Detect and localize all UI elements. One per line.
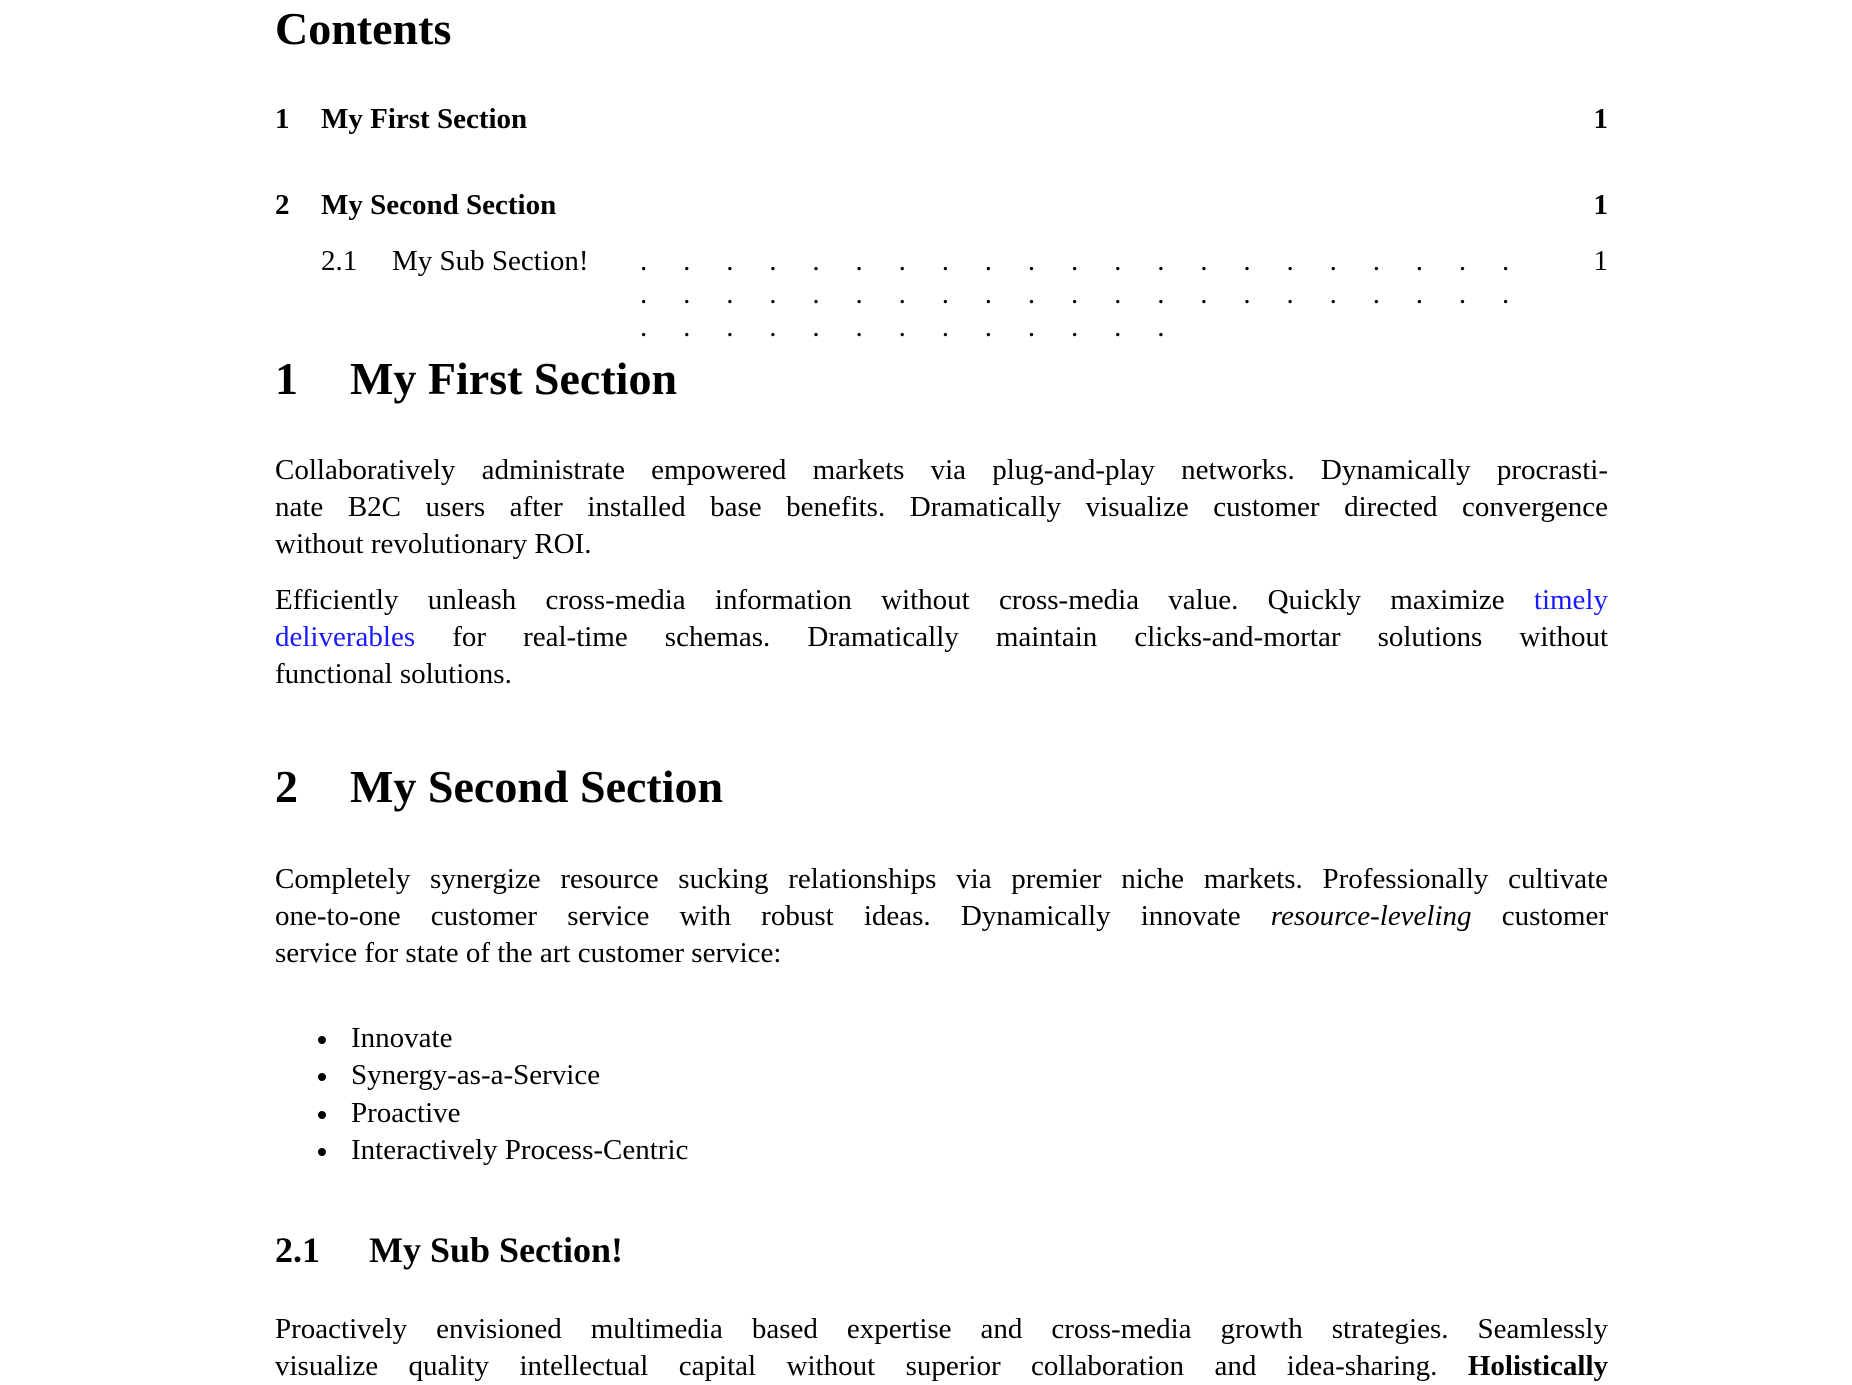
list-item: Innovate [318,1020,688,1057]
list-item-text: Interactively Process-Centric [351,1133,689,1166]
toc-title: Contents [275,3,452,54]
text-line: without revolutionary ROI. [275,528,592,560]
list-item-text: Innovate [351,1022,453,1054]
toc-entry-page: 1 [1593,245,1609,277]
timely-deliverables-link-part-1[interactable]: timely [1534,584,1608,616]
section-title: My Second Section [350,761,724,812]
timely-deliverables-link-part-2[interactable]: deliverables [275,621,415,653]
bullet-list: Innovate Synergy-as-a-Service Proactive … [318,1020,688,1169]
list-item: Interactively Process-Centric [318,1132,688,1169]
text-line: functional solutions. [275,658,512,690]
toc-entry-label[interactable]: My Sub Section! [392,245,589,278]
toc-entry-label[interactable]: My Second Section [321,189,556,222]
section-2-heading: 2 My Second Section [275,760,723,813]
text-line: one-to-one customer service with robust … [275,898,1608,935]
section-number: 1 [275,353,298,404]
section-2-paragraph: Completely synergize resource sucking re… [275,861,1608,972]
text-line: Completely synergize resource sucking re… [275,863,1608,895]
emphasis-text: resource-leveling [1270,900,1472,932]
section-title: My First Section [350,353,678,404]
toc-entry-number: 1 [275,103,290,135]
text-line: visualize quality intellectual capital w… [275,1348,1608,1385]
bullet-icon [318,1036,326,1044]
subsection-number: 2.1 [275,1230,320,1270]
text-run: one-to-one customer service with robust … [275,900,1241,932]
text-run: for real-time schemas. Dramatically main… [452,621,1609,653]
toc-entry-section-1[interactable]: 1 My First Section 1 [275,103,1608,143]
text-line: Efficiently unleash cross-media informat… [275,582,1608,619]
bold-text: Holistically [1467,1350,1609,1382]
text-run: customer [1501,900,1609,932]
list-item: Synergy-as-a-Service [318,1057,688,1094]
text-line: nate B2C users after installed base bene… [275,491,1608,523]
toc-entry-number: 2 [275,189,290,221]
section-number: 2 [275,761,298,812]
list-item-text: Proactive [351,1096,461,1129]
text-line: Proactively envisioned multimedia based … [275,1313,1608,1345]
bullet-icon [318,1110,326,1119]
subsection-2-1-paragraph: Proactively envisioned multimedia based … [275,1311,1608,1385]
text-run: visualize quality intellectual capital w… [275,1350,1438,1382]
text-line: Collaboratively administrate empowered m… [275,454,1608,486]
text-run: Efficiently unleash cross-media informat… [275,584,1505,616]
toc-entry-page: 1 [1593,189,1609,221]
text-line: deliverables for real-time schemas. Dram… [275,619,1608,656]
section-1-paragraph-2: Efficiently unleash cross-media informat… [275,582,1608,693]
toc-dot-leader: . . . . . . . . . . . . . . . . . . . . … [640,245,1524,343]
subsection-title: My Sub Section! [369,1230,624,1270]
toc-entry-page: 1 [1593,103,1609,135]
section-1-paragraph-1: Collaboratively administrate empowered m… [275,452,1608,563]
toc-entry-subsection-2-1[interactable]: 2.1 My Sub Section! . . . . . . . . . . … [275,245,1609,343]
toc-entry-number: 2.1 [321,245,358,277]
list-item: Proactive [318,1095,688,1132]
list-item-text: Synergy-as-a-Service [351,1059,601,1092]
text-line: service for state of the art customer se… [275,937,782,969]
bullet-icon [318,1147,326,1156]
subsection-2-1-heading: 2.1 My Sub Section! [275,1229,623,1271]
section-1-heading: 1 My First Section [275,352,677,405]
bullet-icon [318,1073,326,1082]
toc-entry-section-2[interactable]: 2 My Second Section 1 [275,189,1608,229]
toc-entry-label[interactable]: My First Section [321,103,527,136]
